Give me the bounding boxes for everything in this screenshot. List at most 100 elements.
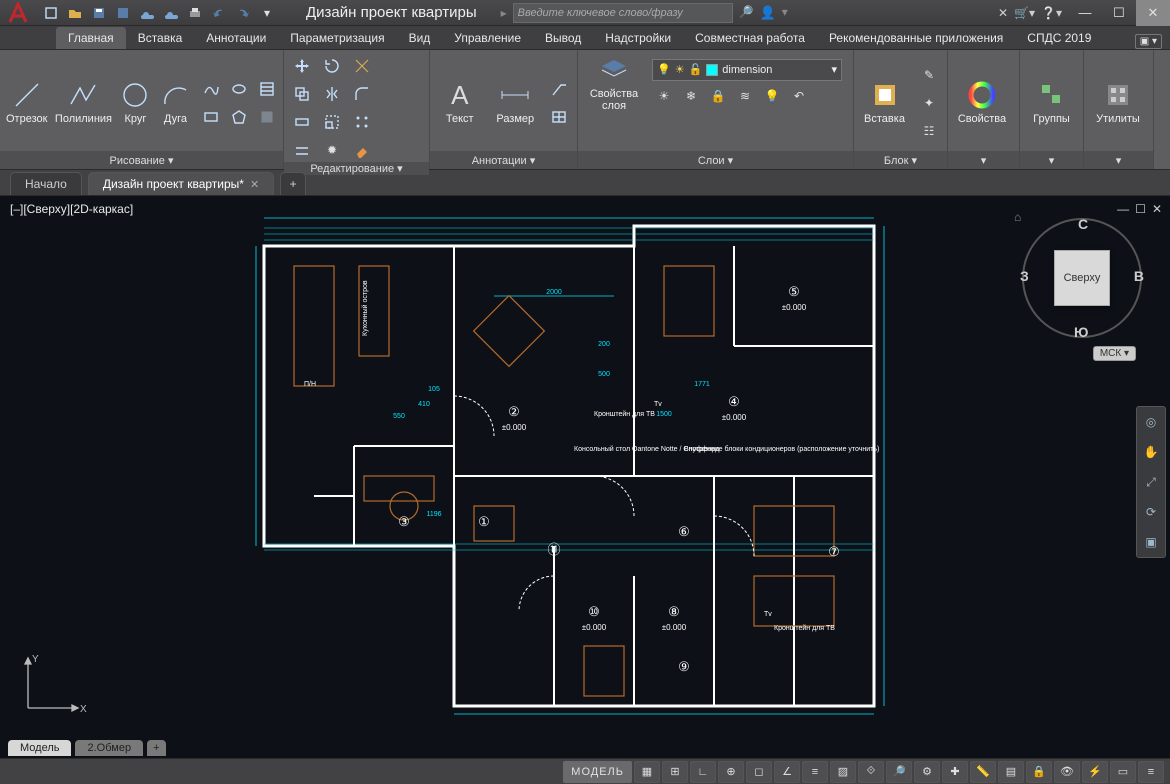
layout-tab-add[interactable]: + [147, 740, 165, 756]
file-tab-drawing[interactable]: Дизайн проект квартиры*✕ [88, 172, 274, 195]
cart-icon[interactable]: 🛒▾ [1014, 6, 1035, 20]
search-icon[interactable]: 🔎 [739, 5, 754, 21]
hardware-icon[interactable]: ⚡ [1082, 761, 1108, 783]
annoscale-icon[interactable]: 🔎 [886, 761, 912, 783]
ribbon-collapse-icon[interactable]: ▣ ▾ [1135, 34, 1162, 49]
lineweight-icon[interactable]: ≡ [802, 761, 828, 783]
block-edit-icon[interactable]: ✦ [917, 91, 941, 115]
zoom-extents-icon[interactable]: ⤢ [1140, 471, 1162, 493]
orbit-icon[interactable]: ⟳ [1140, 501, 1162, 523]
tool-groups[interactable]: Группы [1026, 79, 1077, 125]
wcs-badge[interactable]: МСК ▾ [1093, 346, 1136, 361]
close-tab-icon[interactable]: ✕ [250, 178, 259, 191]
tool-layer-props[interactable]: Свойства слоя [584, 54, 644, 112]
minimize-button[interactable]: — [1068, 0, 1102, 26]
tool-move-icon[interactable] [290, 54, 314, 78]
tab-view[interactable]: Вид [397, 27, 443, 49]
vp-maximize-icon[interactable]: ☐ [1135, 202, 1146, 216]
tool-scale-icon[interactable] [320, 110, 344, 134]
tool-array-icon[interactable] [350, 110, 374, 134]
vp-close-icon[interactable]: ✕ [1152, 202, 1162, 216]
tool-stretch-icon[interactable] [290, 110, 314, 134]
tool-leader-icon[interactable] [547, 77, 571, 101]
tool-explode-icon[interactable]: ✹ [320, 138, 344, 162]
otrack-icon[interactable]: ∠ [774, 761, 800, 783]
layer-selector[interactable]: 💡 ☀ 🔓 dimension ▾ [652, 59, 842, 81]
panel-layers-title[interactable]: Слои ▾ [578, 151, 853, 169]
layer-match-icon[interactable]: ≋ [733, 84, 757, 108]
ortho-icon[interactable]: ∟ [690, 761, 716, 783]
showmotion-icon[interactable]: ▣ [1140, 531, 1162, 553]
layer-lock-icon[interactable]: 🔒 [706, 84, 730, 108]
tool-table-icon[interactable] [547, 105, 571, 129]
tab-featured[interactable]: Рекомендованные приложения [817, 27, 1015, 49]
search-input[interactable]: Введите ключевое слово/фразу [513, 3, 733, 23]
drawing-viewport[interactable]: [–][Сверху][2D-каркас] — ☐ ✕ [0, 196, 1170, 758]
tab-output[interactable]: Вывод [533, 27, 593, 49]
layer-prev-icon[interactable]: ↶ [787, 84, 811, 108]
tab-manage[interactable]: Управление [442, 27, 533, 49]
tool-text[interactable]: АТекст [436, 79, 484, 125]
tool-polygon-icon[interactable] [227, 105, 251, 129]
tool-arc[interactable]: Дуга [159, 79, 191, 125]
saveas-icon[interactable] [112, 2, 134, 24]
plot-icon[interactable] [184, 2, 206, 24]
tool-region-icon[interactable] [255, 105, 279, 129]
isolate-icon[interactable]: 👁 [1054, 761, 1080, 783]
maximize-button[interactable]: ☐ [1102, 0, 1136, 26]
save-icon[interactable] [88, 2, 110, 24]
tool-trim-icon[interactable] [350, 54, 374, 78]
grid-icon[interactable]: ▦ [634, 761, 660, 783]
tool-utils[interactable]: Утилиты [1090, 79, 1146, 125]
cloud-open-icon[interactable] [136, 2, 158, 24]
steering-wheel-icon[interactable]: ◎ [1140, 411, 1162, 433]
cleanscreen-icon[interactable]: ▭ [1110, 761, 1136, 783]
file-tab-start[interactable]: Начало [10, 172, 82, 195]
tab-parametric[interactable]: Параметризация [278, 27, 396, 49]
panel-draw-title[interactable]: Рисование ▾ [0, 151, 283, 169]
tool-properties[interactable]: Свойства [954, 79, 1010, 125]
tool-dimension[interactable]: Размер [492, 79, 540, 125]
block-create-icon[interactable]: ✎ [917, 63, 941, 87]
exchange-icon[interactable]: ✕ [998, 6, 1008, 20]
tool-insert-block[interactable]: Вставка [860, 79, 909, 125]
view-label[interactable]: [–][Сверху][2D-каркас] [10, 202, 133, 216]
cloud-save-icon[interactable] [160, 2, 182, 24]
viewcube[interactable]: ⌂ Сверху С Ю З В [1022, 218, 1142, 338]
close-button[interactable]: ✕ [1136, 0, 1170, 26]
tool-rect-icon[interactable] [199, 105, 223, 129]
lock-ui-icon[interactable]: 🔒 [1026, 761, 1052, 783]
pan-icon[interactable]: ✋ [1140, 441, 1162, 463]
layout-tab-model[interactable]: Модель [8, 740, 71, 756]
tool-rotate-icon[interactable] [320, 54, 344, 78]
layer-freeze-icon[interactable]: ❄ [679, 84, 703, 108]
tool-line[interactable]: Отрезок [6, 79, 47, 125]
tool-mirror-icon[interactable] [320, 82, 344, 106]
tool-copy-icon[interactable] [290, 82, 314, 106]
units-icon[interactable]: 📏 [970, 761, 996, 783]
tab-spds[interactable]: СПДС 2019 [1015, 27, 1103, 49]
quickprops-icon[interactable]: ▤ [998, 761, 1024, 783]
transparency-icon[interactable]: ▨ [830, 761, 856, 783]
tool-hatch-icon[interactable] [255, 77, 279, 101]
qat-dropdown-icon[interactable]: ▾ [256, 2, 278, 24]
block-attr-icon[interactable]: ☷ [917, 119, 941, 143]
status-model-button[interactable]: МОДЕЛЬ [563, 761, 632, 783]
tab-collab[interactable]: Совместная работа [683, 27, 817, 49]
ucs-icon[interactable]: YX [18, 648, 88, 718]
workspace-icon[interactable]: ⚙ [914, 761, 940, 783]
tab-insert[interactable]: Вставка [126, 27, 195, 49]
new-tab-button[interactable]: + [280, 172, 306, 195]
tool-spline-icon[interactable] [199, 77, 223, 101]
customize-icon[interactable]: ≡ [1138, 761, 1164, 783]
tool-fillet-icon[interactable] [350, 82, 374, 106]
tool-circle[interactable]: Круг [119, 79, 151, 125]
app-logo[interactable] [0, 0, 36, 26]
panel-props-title[interactable]: ▾ [948, 151, 1019, 169]
polar-icon[interactable]: ⊕ [718, 761, 744, 783]
help-icon[interactable]: ❔▾ [1041, 6, 1062, 20]
open-icon[interactable] [64, 2, 86, 24]
layer-iso-icon[interactable]: ☀ [652, 84, 676, 108]
tab-addins[interactable]: Надстройки [593, 27, 683, 49]
panel-annot-title[interactable]: Аннотации ▾ [430, 151, 577, 169]
